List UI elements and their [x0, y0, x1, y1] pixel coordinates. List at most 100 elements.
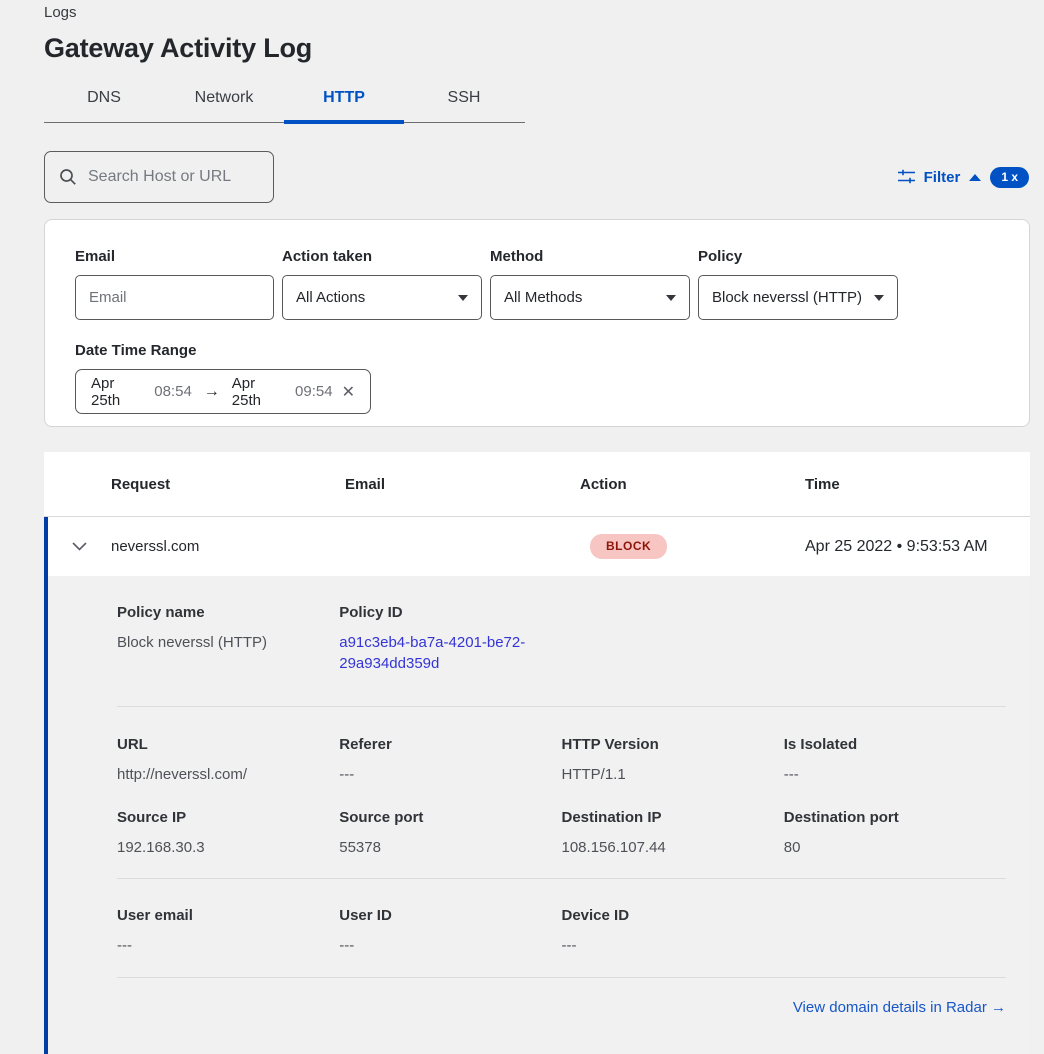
user-id-label: User ID: [339, 907, 561, 924]
http-version-label: HTTP Version: [562, 736, 784, 753]
radar-link-row: View domain details in Radar →: [117, 999, 1006, 1017]
request-section-row2: Source IP 192.168.30.3 Source port 55378…: [117, 809, 1006, 858]
tab-ssh[interactable]: SSH: [404, 77, 524, 122]
time-cell: Apr 25 2022 • 9:53:53 AM: [805, 538, 1030, 556]
filter-count-badge[interactable]: 1 x: [990, 167, 1029, 188]
source-port-value: 55378: [339, 837, 561, 858]
destination-ip-field: Destination IP 108.156.107.44: [562, 809, 784, 858]
policy-id-field: Policy ID a91c3eb4-ba7a-4201-be72-29a934…: [339, 604, 561, 674]
user-section: User email --- User ID --- Device ID ---: [117, 907, 1006, 956]
action-taken-select[interactable]: All Actions: [282, 275, 482, 320]
policy-name-label: Policy name: [117, 604, 339, 621]
tab-dns[interactable]: DNS: [44, 77, 164, 122]
breadcrumb[interactable]: Logs: [44, 4, 1030, 22]
device-id-field: Device ID ---: [562, 907, 784, 956]
method-select[interactable]: All Methods: [490, 275, 690, 320]
user-email-field: User email ---: [117, 907, 339, 956]
destination-port-value: 80: [784, 837, 1006, 858]
section-divider: [117, 878, 1006, 879]
clear-date-range-icon[interactable]: ✕: [342, 382, 355, 402]
action-cell: BLOCK: [580, 534, 805, 559]
filter-field-policy: Policy Block neverssl (HTTP): [698, 248, 898, 320]
table-row[interactable]: neverssl.com BLOCK Apr 25 2022 • 9:53:53…: [44, 517, 1030, 576]
is-isolated-field: Is Isolated ---: [784, 736, 1006, 785]
http-version-field: HTTP Version HTTP/1.1: [562, 736, 784, 785]
source-port-field: Source port 55378: [339, 809, 561, 858]
expanded-row-details: Policy name Block neverssl (HTTP) Policy…: [44, 576, 1030, 1054]
filter-field-action-taken: Action taken All Actions: [282, 248, 482, 320]
policy-name-field: Policy name Block neverssl (HTTP): [117, 604, 339, 674]
start-date: Apr 25th: [91, 375, 145, 409]
filter-button[interactable]: Filter: [924, 169, 961, 186]
user-email-value: ---: [117, 935, 339, 956]
start-time: 08:54: [154, 383, 192, 400]
filter-field-email: Email: [75, 248, 274, 320]
url-value: http://neverssl.com/: [117, 764, 339, 785]
source-port-label: Source port: [339, 809, 561, 826]
filter-controls: Filter 1 x: [898, 167, 1030, 188]
is-isolated-value: ---: [784, 764, 1006, 785]
search-input[interactable]: [88, 168, 259, 186]
date-range-picker[interactable]: Apr 25th 08:54 → Apr 25th 09:54 ✕: [75, 369, 371, 414]
referer-field: Referer ---: [339, 736, 561, 785]
arrow-right-icon: →: [201, 383, 223, 401]
radar-link[interactable]: View domain details in Radar →: [793, 999, 1006, 1016]
request-cell: neverssl.com: [111, 538, 345, 555]
end-time: 09:54: [295, 383, 333, 400]
table-header-row: Request Email Action Time: [44, 452, 1030, 517]
policy-id-link[interactable]: a91c3eb4-ba7a-4201-be72-29a934dd359d: [339, 632, 561, 674]
policy-name-value: Block neverssl (HTTP): [117, 632, 339, 653]
policy-label: Policy: [698, 248, 898, 265]
user-id-value: ---: [339, 935, 561, 956]
action-taken-label: Action taken: [282, 248, 482, 265]
referer-value: ---: [339, 764, 561, 785]
gateway-activity-log-page: Logs Gateway Activity Log DNS Network HT…: [0, 0, 1044, 1054]
toolbar: Filter 1 x: [44, 151, 1030, 203]
policy-value: Block neverssl (HTTP): [712, 289, 862, 306]
column-header-action: Action: [580, 476, 805, 493]
filter-panel: Email Action taken All Actions Method Al…: [44, 219, 1030, 427]
email-filter-label: Email: [75, 248, 274, 265]
source-ip-label: Source IP: [117, 809, 339, 826]
method-label: Method: [490, 248, 690, 265]
activity-log-table: Request Email Action Time neverssl.com B…: [44, 452, 1030, 1054]
device-id-label: Device ID: [562, 907, 784, 924]
user-id-field: User ID ---: [339, 907, 561, 956]
caret-down-icon: [458, 295, 468, 301]
section-divider: [117, 706, 1006, 707]
email-filter-input[interactable]: [89, 289, 260, 306]
source-ip-value: 192.168.30.3: [117, 837, 339, 858]
request-section-row1: URL http://neverssl.com/ Referer --- HTT…: [117, 736, 1006, 785]
device-id-value: ---: [562, 935, 784, 956]
caret-down-icon: [666, 295, 676, 301]
tab-network[interactable]: Network: [164, 77, 284, 122]
referer-label: Referer: [339, 736, 561, 753]
destination-port-label: Destination port: [784, 809, 1006, 826]
status-badge: BLOCK: [590, 534, 667, 559]
search-box[interactable]: [44, 151, 274, 203]
destination-port-field: Destination port 80: [784, 809, 1006, 858]
tab-http[interactable]: HTTP: [284, 77, 404, 122]
filter-field-date-range: Date Time Range Apr 25th 08:54 → Apr 25t…: [75, 342, 999, 414]
method-value: All Methods: [504, 289, 582, 306]
action-taken-value: All Actions: [296, 289, 365, 306]
filter-sliders-icon: [898, 169, 915, 185]
is-isolated-label: Is Isolated: [784, 736, 1006, 753]
url-field: URL http://neverssl.com/: [117, 736, 339, 785]
row-expand-toggle[interactable]: [48, 542, 111, 551]
caret-down-icon: [874, 295, 884, 301]
filter-fields-row: Email Action taken All Actions Method Al…: [75, 248, 999, 320]
log-type-tabs: DNS Network HTTP SSH: [44, 77, 525, 123]
column-header-request: Request: [111, 476, 345, 493]
date-range-label: Date Time Range: [75, 342, 999, 359]
caret-up-icon[interactable]: [969, 174, 981, 181]
policy-select[interactable]: Block neverssl (HTTP): [698, 275, 898, 320]
http-version-value: HTTP/1.1: [562, 764, 784, 785]
destination-ip-label: Destination IP: [562, 809, 784, 826]
column-header-time: Time: [805, 476, 1030, 493]
url-label: URL: [117, 736, 339, 753]
end-date: Apr 25th: [232, 375, 286, 409]
policy-id-label: Policy ID: [339, 604, 561, 621]
source-ip-field: Source IP 192.168.30.3: [117, 809, 339, 858]
column-header-email: Email: [345, 476, 580, 493]
